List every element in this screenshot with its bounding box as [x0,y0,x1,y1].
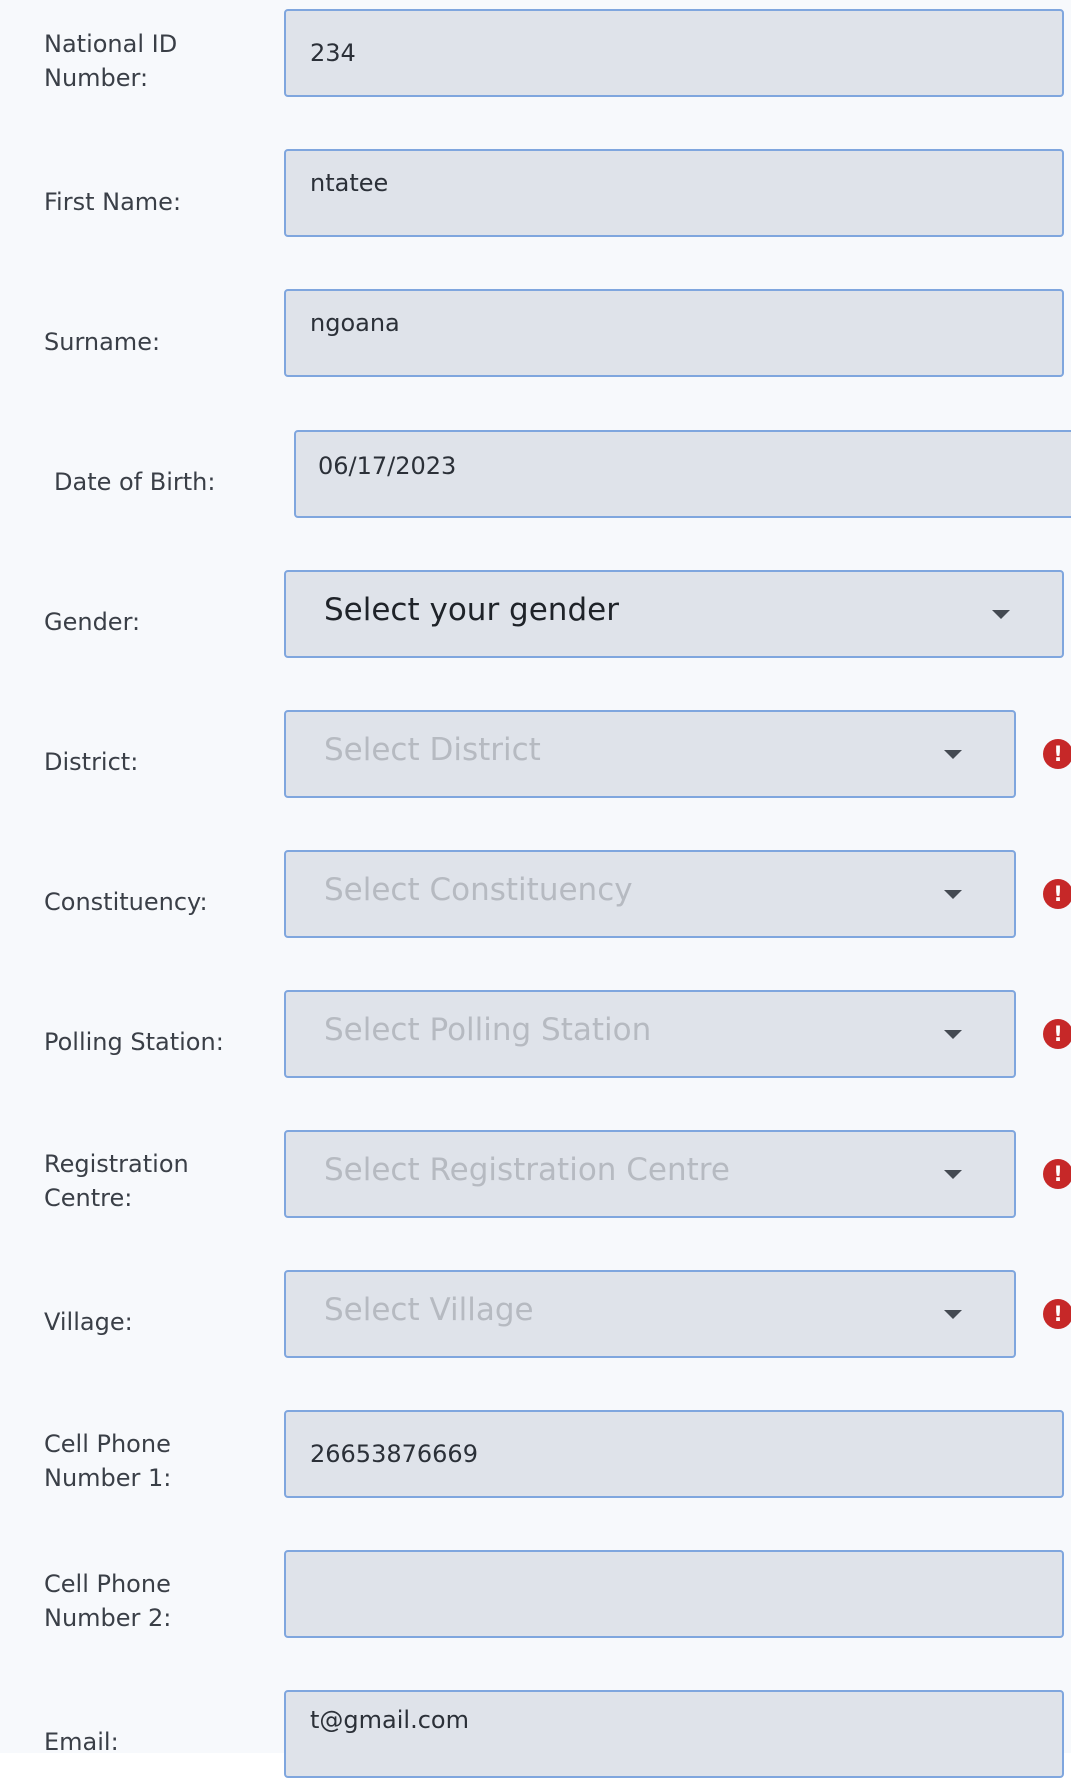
village-select[interactable]: Select Village [284,1270,1016,1358]
cell-phone-2-label: Cell Phone Number 2: [44,1570,172,1632]
error-icon: ! [1043,1019,1071,1049]
cell-phone-1-value: 26653876669 [310,1440,478,1468]
cell-phone-1-input[interactable]: 26653876669 [284,1410,1064,1498]
polling-station-label: Polling Station: [44,1028,224,1056]
error-icon: ! [1043,879,1071,909]
polling-station-select[interactable]: Select Polling Station [284,990,1016,1078]
village-placeholder: Select Village [324,1292,534,1328]
surname-value: ngoana [310,309,400,337]
email-label: Email: [44,1728,119,1756]
error-icon: ! [1043,739,1071,769]
email-input[interactable]: t@gmail.com [284,1690,1064,1778]
district-label: District: [44,748,139,776]
dob-input[interactable]: 06/17/2023 [294,430,1071,518]
chevron-down-icon [944,1030,962,1039]
chevron-down-icon [944,750,962,759]
national-id-value: 234 [310,39,356,67]
surname-label: Surname: [44,328,161,356]
chevron-down-icon [944,1170,962,1179]
chevron-down-icon [944,1310,962,1319]
constituency-label: Constituency: [44,888,208,916]
chevron-down-icon [992,610,1010,619]
cell-phone-2-input[interactable] [284,1550,1064,1638]
constituency-placeholder: Select Constituency [324,872,633,908]
district-select[interactable]: Select District [284,710,1016,798]
chevron-down-icon [944,890,962,899]
village-label: Village: [44,1308,133,1336]
gender-select[interactable]: Select your gender [284,570,1064,658]
cell-phone-1-label: Cell Phone Number 1: [44,1430,172,1492]
first-name-input[interactable]: ntatee [284,149,1064,237]
registration-centre-placeholder: Select Registration Centre [324,1152,730,1188]
polling-station-placeholder: Select Polling Station [324,1012,652,1048]
registration-form: National ID Number: 234 First Name: ntat… [0,0,1071,1778]
constituency-select[interactable]: Select Constituency [284,850,1016,938]
surname-input[interactable]: ngoana [284,289,1064,377]
first-name-label: First Name: [44,188,182,216]
gender-label: Gender: [44,608,141,636]
dob-label: Date of Birth: [54,468,216,496]
registration-centre-label: Registration Centre: [44,1150,189,1212]
dob-value: 06/17/2023 [318,452,457,480]
email-value: t@gmail.com [310,1706,469,1734]
error-icon: ! [1043,1159,1071,1189]
national-id-label: National ID Number: [44,30,178,92]
district-placeholder: Select District [324,732,541,768]
first-name-value: ntatee [310,169,389,197]
error-icon: ! [1043,1299,1071,1329]
gender-value: Select your gender [324,592,619,628]
registration-centre-select[interactable]: Select Registration Centre [284,1130,1016,1218]
national-id-input[interactable]: 234 [284,9,1064,97]
